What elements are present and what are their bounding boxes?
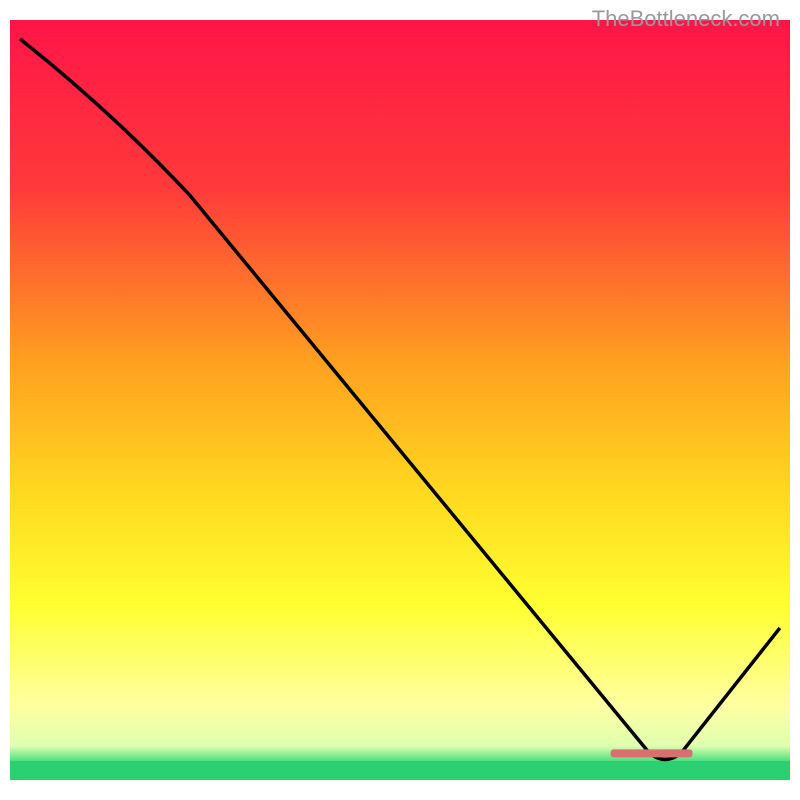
chart-svg bbox=[0, 0, 800, 800]
marker-bar bbox=[611, 749, 693, 757]
bottom-green-band bbox=[10, 761, 790, 780]
watermark-text: TheBottleneck.com bbox=[592, 6, 780, 32]
chart-container: TheBottleneck.com bbox=[0, 0, 800, 800]
